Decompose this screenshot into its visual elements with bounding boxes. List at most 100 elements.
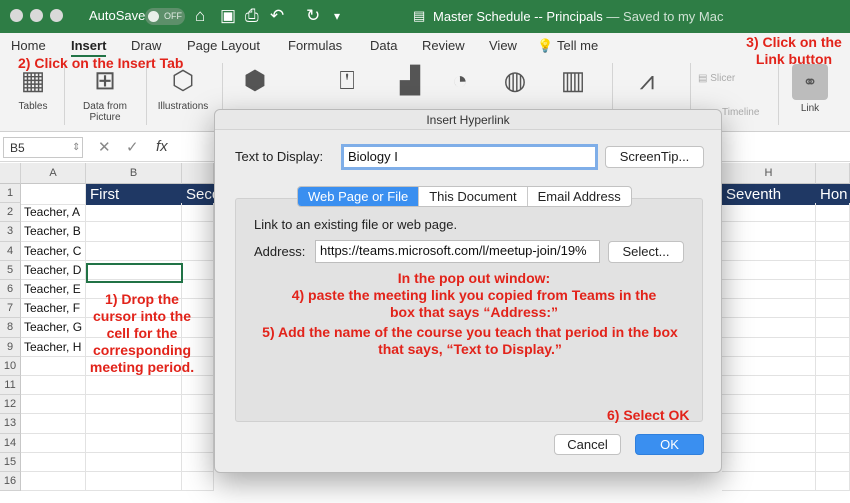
period-cell[interactable]	[722, 414, 816, 434]
empty-cell[interactable]	[21, 376, 86, 396]
select-all-corner[interactable]	[0, 163, 21, 184]
period-cell[interactable]	[86, 376, 182, 396]
customize-toolbar-icon[interactable]: ▾	[334, 6, 340, 26]
header-cell-second[interactable]: Seco	[182, 184, 214, 205]
period-cell[interactable]	[722, 472, 816, 492]
tables-button[interactable]: ▦ Tables	[8, 65, 58, 112]
period-cell[interactable]	[816, 414, 850, 434]
charts-button[interactable]: ▟	[380, 65, 440, 95]
period-cell[interactable]	[722, 356, 816, 376]
tab-web-page-or-file[interactable]: Web Page or File	[298, 187, 420, 206]
period-cell[interactable]	[816, 376, 850, 396]
address-input[interactable]: https://teams.microsoft.com/l/meetup-joi…	[315, 240, 600, 263]
row-header[interactable]: 7	[0, 299, 21, 319]
cancel-button[interactable]: Cancel	[554, 434, 621, 455]
row-header[interactable]: 10	[0, 356, 21, 376]
period-cell[interactable]	[86, 222, 182, 242]
redo-icon[interactable]: ↻	[306, 6, 320, 26]
row-header[interactable]: 2	[0, 203, 21, 223]
period-cell[interactable]	[816, 472, 850, 492]
period-cell[interactable]	[722, 241, 816, 261]
sparklines-button[interactable]: ⩘	[622, 65, 672, 95]
addins-button[interactable]: ⬢	[230, 65, 280, 95]
period-cell[interactable]	[182, 260, 214, 280]
empty-cell[interactable]	[21, 433, 86, 453]
tab-data[interactable]: Data	[370, 38, 397, 53]
period-cell[interactable]	[722, 337, 816, 357]
header-cell-first[interactable]: First	[86, 184, 182, 205]
teacher-name-cell[interactable]: Teacher, G	[21, 318, 86, 338]
period-cell[interactable]	[722, 376, 816, 396]
link-button[interactable]: ⚭	[792, 64, 828, 100]
pie-chart-button[interactable]: ◔	[440, 65, 480, 95]
cell-a1[interactable]	[21, 184, 86, 205]
teacher-name-cell[interactable]: Teacher, A	[21, 203, 86, 223]
autosave-toggle[interactable]: OFF	[145, 8, 185, 25]
text-to-display-input[interactable]: Biology I	[341, 144, 598, 170]
recommended-charts-button[interactable]: ⍞	[322, 65, 372, 95]
save-icon[interactable]: ▣	[220, 6, 236, 26]
period-cell[interactable]	[722, 260, 816, 280]
insert-function-icon[interactable]: fx	[156, 138, 168, 155]
tab-review[interactable]: Review	[422, 38, 465, 53]
period-cell[interactable]	[86, 395, 182, 415]
row-header[interactable]: 3	[0, 222, 21, 242]
period-cell[interactable]	[182, 222, 214, 242]
name-box-stepper-icon[interactable]: ⇕	[72, 142, 80, 153]
column-header-c[interactable]	[182, 163, 214, 184]
period-cell[interactable]	[86, 414, 182, 434]
column-header-a[interactable]: A	[21, 163, 86, 184]
selected-cell-b5[interactable]	[86, 263, 183, 283]
close-window-button[interactable]	[10, 9, 23, 22]
period-cell[interactable]	[722, 280, 816, 300]
period-cell[interactable]	[722, 318, 816, 338]
zoom-window-button[interactable]	[50, 9, 63, 22]
ok-button[interactable]: OK	[635, 434, 704, 455]
period-cell[interactable]	[182, 203, 214, 223]
period-cell[interactable]	[816, 241, 850, 261]
row-header[interactable]: 9	[0, 337, 21, 357]
tab-formulas[interactable]: Formulas	[288, 38, 342, 53]
period-cell[interactable]	[816, 222, 850, 242]
row-header[interactable]: 4	[0, 241, 21, 261]
period-cell[interactable]	[816, 260, 850, 280]
period-cell[interactable]	[86, 452, 182, 472]
column-header-i[interactable]	[816, 163, 850, 184]
period-cell[interactable]	[182, 241, 214, 261]
row-header[interactable]: 13	[0, 414, 21, 434]
period-cell[interactable]	[816, 318, 850, 338]
screentip-button[interactable]: ScreenTip...	[605, 146, 704, 168]
period-cell[interactable]	[182, 395, 214, 415]
undo-icon[interactable]: ↶	[270, 6, 284, 26]
maps-button[interactable]: ◍	[495, 65, 535, 95]
illustrations-button[interactable]: ⬡ Illustrations	[152, 65, 214, 112]
header-cell-seventh[interactable]: Seventh	[722, 184, 816, 205]
empty-cell[interactable]	[21, 414, 86, 434]
period-cell[interactable]	[86, 433, 182, 453]
period-cell[interactable]	[722, 395, 816, 415]
row-header[interactable]: 12	[0, 395, 21, 415]
period-cell[interactable]	[86, 472, 182, 492]
period-cell[interactable]	[722, 452, 816, 472]
empty-cell[interactable]	[21, 356, 86, 376]
pivot-chart-button[interactable]: ▥	[550, 65, 596, 95]
period-cell[interactable]	[722, 203, 816, 223]
tab-view[interactable]: View	[489, 38, 517, 53]
confirm-entry-icon[interactable]: ✓	[126, 138, 139, 156]
tab-this-document[interactable]: This Document	[419, 187, 528, 206]
period-cell[interactable]	[816, 280, 850, 300]
period-cell[interactable]	[816, 203, 850, 223]
cancel-entry-icon[interactable]: ✕	[98, 138, 111, 156]
row-header[interactable]: 5	[0, 260, 21, 280]
teacher-name-cell[interactable]: Teacher, D	[21, 260, 86, 280]
minimize-window-button[interactable]	[30, 9, 43, 22]
tab-page-layout[interactable]: Page Layout	[187, 38, 260, 53]
row-header[interactable]: 16	[0, 472, 21, 492]
home-icon[interactable]: ⌂	[195, 6, 205, 26]
period-cell[interactable]	[182, 472, 214, 492]
period-cell[interactable]	[722, 222, 816, 242]
period-cell[interactable]	[722, 299, 816, 319]
row-header[interactable]: 14	[0, 433, 21, 453]
column-header-b[interactable]: B	[86, 163, 182, 184]
header-cell-homeroom[interactable]: Hon	[816, 184, 850, 205]
